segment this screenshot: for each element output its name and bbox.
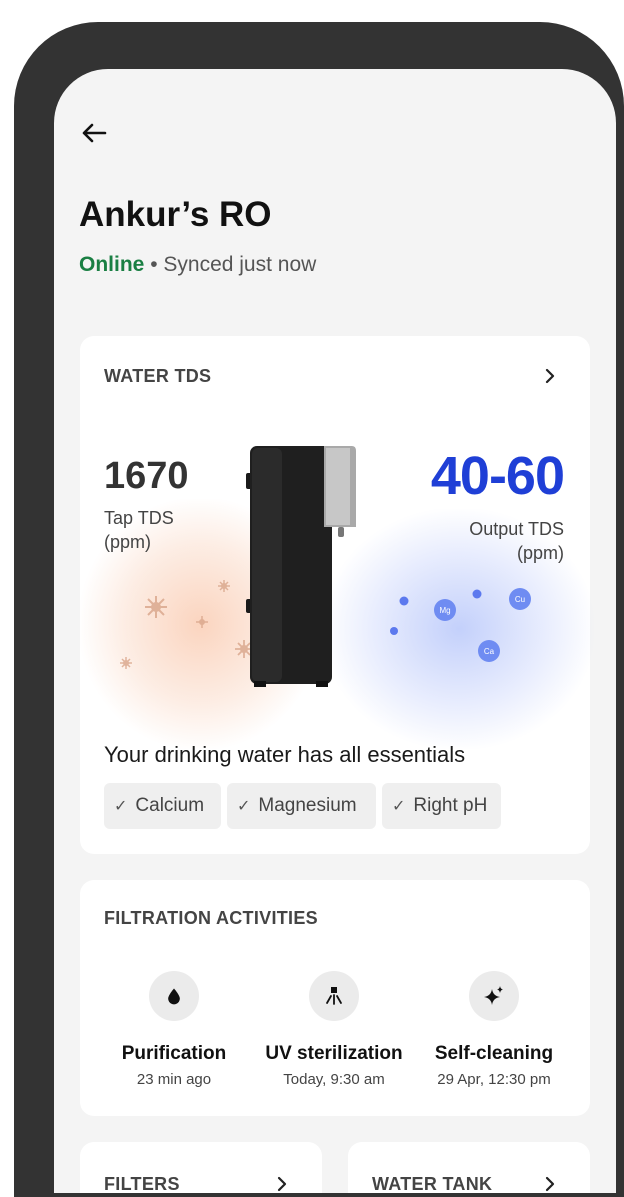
output-tds-label: Output TDS (ppm) xyxy=(469,519,564,563)
activity-name: Self-cleaning xyxy=(434,1043,554,1064)
tap-tds-label: Tap TDS (ppm) xyxy=(104,508,174,552)
filters-card[interactable]: FILTERS xyxy=(80,1142,322,1193)
sync-status: Online • Synced just now xyxy=(79,253,316,277)
chip-calcium: ✓ Calcium xyxy=(104,783,221,829)
sync-text: Synced just now xyxy=(163,253,317,276)
chip-right-ph: ✓ Right pH xyxy=(382,783,501,829)
filters-heading: FILTERS xyxy=(104,1174,180,1193)
water-drop-icon xyxy=(149,971,199,1021)
phone-frame: Ankur’s RO Online • Synced just now WATE… xyxy=(14,22,624,1197)
output-tds-value: 40-60 xyxy=(430,446,565,506)
chip-label: Right pH xyxy=(413,795,488,816)
chip-label: Magnesium xyxy=(258,795,357,816)
mineral-bubbles: Mg Cu Ca xyxy=(390,588,531,662)
water-tds-heading: WATER TDS xyxy=(104,366,212,386)
essentials-text: Your drinking water has all essentials xyxy=(104,742,466,767)
online-status: Online xyxy=(79,253,145,276)
mineral-label-mg: Mg xyxy=(439,606,450,615)
tap-tds-value: 1670 xyxy=(104,455,189,497)
activity-time: Today, 9:30 am xyxy=(283,1071,385,1088)
activity-time: 23 min ago xyxy=(136,1071,212,1088)
check-icon: ✓ xyxy=(237,798,251,815)
activity-self-cleaning: Self-cleaning 29 Apr, 12:30 pm xyxy=(409,971,579,1088)
uv-lamp-icon xyxy=(309,971,359,1021)
chevron-right-icon[interactable] xyxy=(540,366,560,386)
chevron-right-icon[interactable] xyxy=(272,1174,292,1193)
activity-uv-sterilization: UV sterilization Today, 9:30 am xyxy=(249,971,419,1088)
ro-purifier-image xyxy=(246,446,356,687)
water-tank-heading: WATER TANK xyxy=(372,1174,493,1193)
activity-name: Purification xyxy=(121,1043,227,1064)
check-icon: ✓ xyxy=(392,798,406,815)
back-arrow-icon[interactable] xyxy=(78,117,110,149)
water-tank-card[interactable]: WATER TANK xyxy=(348,1142,590,1193)
page-title: Ankur’s RO xyxy=(79,195,272,234)
sparkle-icon xyxy=(469,971,519,1021)
activity-purification: Purification 23 min ago xyxy=(89,971,259,1088)
mineral-label-cu: Cu xyxy=(515,595,525,604)
chip-magnesium: ✓ Magnesium xyxy=(227,783,376,829)
check-icon: ✓ xyxy=(114,798,128,815)
app-screen: Ankur’s RO Online • Synced just now WATE… xyxy=(54,69,616,1193)
status-separator: • xyxy=(150,253,158,276)
chevron-right-icon[interactable] xyxy=(540,1174,560,1193)
activity-time: 29 Apr, 12:30 pm xyxy=(437,1071,551,1088)
chip-label: Calcium xyxy=(135,795,205,816)
activity-name: UV sterilization xyxy=(265,1043,403,1064)
mineral-label-ca: Ca xyxy=(484,647,495,656)
filtration-heading: FILTRATION ACTIVITIES xyxy=(104,908,318,928)
